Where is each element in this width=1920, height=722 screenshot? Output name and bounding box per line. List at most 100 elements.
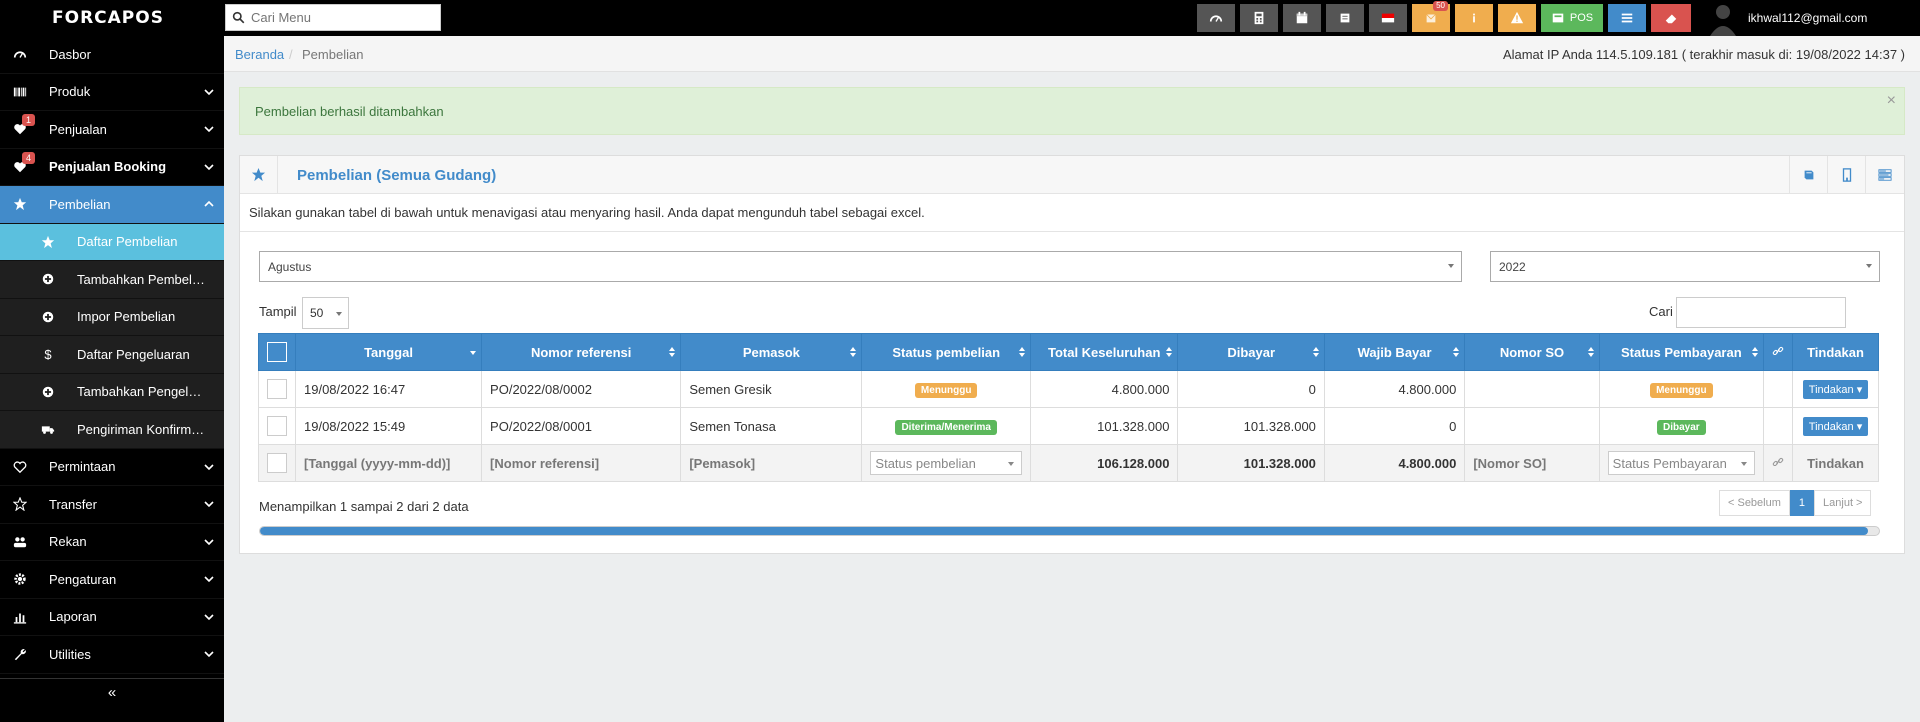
cell-purchase-status: Diterima/Menerima [861,407,1031,445]
purchase-status-filter[interactable]: Status pembelian [870,451,1022,475]
menu-search[interactable] [225,4,441,31]
actions-dropdown-button[interactable]: Tindakan ▾ [1802,416,1869,436]
row-select-cell[interactable] [258,370,296,408]
building-button[interactable] [1827,156,1865,193]
chevron-down-icon [204,651,214,658]
sidebar-item-penjualan-booking[interactable]: 4 Penjualan Booking [0,149,224,186]
footer-status-cell: Status pembelian [861,444,1031,482]
sidebar-item-utilities[interactable]: Utilities [0,636,224,674]
menu-search-input[interactable] [251,10,431,25]
footer-date-filter[interactable]: [Tanggal (yyyy-mm-dd)] [294,444,483,482]
column-header-nomor-so[interactable]: Nomor SO [1464,333,1600,371]
sidebar-item-pengiriman-konfirmasi[interactable]: Pengiriman Konfirmasi [0,411,224,449]
footer-so-filter[interactable]: [Nomor SO] [1464,444,1600,482]
column-header-total[interactable]: Total Keseluruhan [1029,333,1179,371]
actions-dropdown-button[interactable]: Tindakan ▾ [1802,379,1869,399]
calculator-button[interactable] [1240,4,1278,32]
sidebar-item-label: Permintaan [49,459,116,475]
cell-so-number [1464,407,1600,445]
row-checkbox[interactable] [267,416,287,436]
box-header: Pembelian (Semua Gudang) [240,156,1904,194]
sidebar-item-permintaan[interactable]: Permintaan [0,449,224,486]
sidebar-item-rekan[interactable]: Rekan [0,524,224,561]
calendar-icon [1296,11,1308,24]
sidebar-item-penjualan[interactable]: 1 Penjualan [0,111,224,149]
user-avatar[interactable] [1708,0,1738,36]
table-row[interactable]: 19/08/2022 16:47 PO/2022/08/0002 Semen G… [258,370,1879,408]
plus-circle-icon [40,271,56,287]
table-footer-row: [Tanggal (yyyy-mm-dd)] [Nomor referensi]… [258,444,1879,482]
row-checkbox[interactable] [267,379,287,399]
building-icon [1842,167,1851,182]
dashboard-button[interactable] [1197,4,1235,32]
page-length-value: 50 [310,306,324,320]
app-logo[interactable]: FORCAPOS [52,8,164,28]
caret-down-icon [1448,264,1454,268]
sidebar-item-label: Daftar Pengeluaran [77,346,190,362]
sidebar-item-label: Penjualan [49,121,107,137]
notification-count-badge: 50 [1433,1,1448,11]
purchase-status-filter-label: Status pembelian [875,455,976,471]
cell-actions: Tindakan ▾ [1792,370,1879,408]
sidebar-item-impor-pembelian[interactable]: Impor Pembelian [0,298,224,336]
cell-due: 4.800.000 [1323,370,1466,408]
table-search-input[interactable] [1676,297,1846,328]
footer-supplier-filter[interactable]: [Pemasok] [680,444,863,482]
row-select-cell[interactable] [258,407,296,445]
column-header-status-pembayaran[interactable]: Status Pembayaran [1598,333,1765,371]
language-button[interactable] [1369,4,1407,32]
sidebar-item-tambahkan-pembelian[interactable]: Tambahkan Pembelian [0,261,224,299]
column-header-wajib-bayar[interactable]: Wajib Bayar [1323,333,1466,371]
month-select[interactable]: Agustus [259,251,1462,282]
sidebar-item-pengaturan[interactable]: Pengaturan [0,561,224,599]
list-button[interactable] [1608,4,1646,32]
footer-reference-filter[interactable]: [Nomor referensi] [481,444,682,482]
select-all-header[interactable] [258,333,296,371]
breadcrumb-current: Pembelian [302,47,364,62]
info-button[interactable] [1455,4,1493,32]
page-length-select[interactable]: 50 [302,297,349,329]
calendar-button[interactable] [1283,4,1321,32]
register-icon [1340,13,1350,23]
alerts-button[interactable] [1498,4,1536,32]
sidebar-item-daftar-pembelian[interactable]: Daftar Pembelian [0,223,224,261]
breadcrumb-home-link[interactable]: Beranda [235,47,284,62]
tasks-button[interactable] [1865,156,1903,193]
sidebar-item-pembelian[interactable]: Pembelian [0,186,224,224]
select-all-checkbox[interactable] [267,342,287,362]
sidebar-item-laporan[interactable]: Laporan [0,599,224,636]
sidebar-item-transfer[interactable]: Transfer [0,486,224,524]
sidebar-item-tambahkan-pengeluaran[interactable]: Tambahkan Pengeluaran [0,373,224,411]
tasks-icon [1877,168,1892,181]
cell-payment-status: Menunggu [1598,370,1765,408]
pagination-page-button[interactable]: 1 [1789,490,1815,516]
user-email[interactable]: ikhwal112@gmail.com [1748,11,1867,25]
book-button[interactable] [1789,156,1827,193]
pagination-prev-button[interactable]: < Sebelum [1719,490,1790,516]
pagination-next-button[interactable]: Lanjut > [1814,490,1872,516]
column-header-pemasok[interactable]: Pemasok [680,333,863,371]
column-header-tanggal[interactable]: Tanggal [294,333,483,371]
plus-circle-icon [40,309,56,325]
star-icon [240,156,278,193]
year-select[interactable]: 2022 [1490,251,1880,282]
notifications-button[interactable]: 50 [1412,1,1450,32]
table-row[interactable]: 19/08/2022 15:49 PO/2022/08/0001 Semen T… [258,407,1879,445]
sidebar-collapse-button[interactable]: « [0,678,224,706]
sidebar-item-dasbor[interactable]: Dasbor [0,36,224,74]
column-header-status-pembelian[interactable]: Status pembelian [861,333,1031,371]
payment-status-filter[interactable]: Status Pembayaran [1607,451,1756,475]
table-scrollbar[interactable] [259,526,1880,536]
cell-so-number [1464,370,1600,408]
column-header-nomor-referensi[interactable]: Nomor referensi [481,333,682,371]
table-scrollbar-thumb[interactable] [260,527,1868,535]
alert-message: Pembelian berhasil ditambahkan [255,104,444,119]
pos-button[interactable]: POS [1541,4,1603,32]
sort-icon [1166,347,1173,357]
alert-close-button[interactable]: × [1887,92,1896,110]
column-header-dibayar[interactable]: Dibayar [1177,333,1325,371]
sidebar-item-produk[interactable]: Produk [0,74,224,111]
register-button[interactable] [1326,4,1364,32]
clear-button[interactable] [1651,4,1691,32]
sidebar-item-daftar-pengeluaran[interactable]: $ Daftar Pengeluaran [0,336,224,374]
